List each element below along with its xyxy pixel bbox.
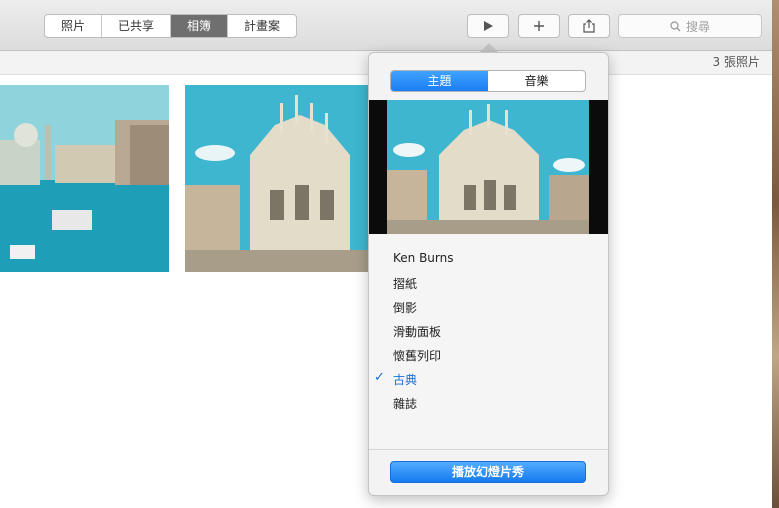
theme-item-magazine[interactable]: 雜誌 — [393, 395, 417, 412]
theme-list: Ken Burns 摺紙 倒影 滑動面板 懷舊列印 ✓ 古典 雜誌 — [369, 234, 608, 449]
theme-item-sliding-panels[interactable]: 滑動面板 — [393, 323, 441, 340]
share-button[interactable] — [568, 14, 610, 38]
photo-count: 3 張照片 — [712, 55, 760, 69]
view-segmented-control: 照片 已共享 相簿 計畫案 — [44, 14, 298, 38]
plus-icon — [534, 21, 544, 31]
popover-segmented-control: 主題 音樂 — [390, 70, 586, 92]
photo-thumbnail-venice[interactable] — [0, 85, 169, 272]
tab-music[interactable]: 音樂 — [488, 71, 585, 91]
desktop-wallpaper-edge — [772, 0, 779, 508]
tab-shared[interactable]: 已共享 — [102, 15, 172, 37]
popover-divider — [369, 449, 608, 450]
theme-item-origami[interactable]: 摺紙 — [393, 275, 417, 292]
theme-item-classic[interactable]: 古典 — [393, 371, 417, 388]
photo-thumbnail-milan[interactable] — [185, 85, 375, 272]
milan-image — [185, 85, 375, 272]
play-slideshow-popover-button[interactable]: 播放幻燈片秀 — [390, 461, 586, 483]
add-button[interactable] — [518, 14, 560, 38]
play-icon — [484, 21, 493, 31]
checkmark-icon: ✓ — [374, 370, 385, 385]
toolbar: 照片 已共享 相簿 計畫案 搜尋 — [0, 0, 772, 51]
share-icon — [583, 19, 595, 33]
theme-item-ken-burns[interactable]: Ken Burns — [393, 251, 454, 265]
search-icon — [670, 20, 681, 31]
tab-albums[interactable]: 相簿 — [171, 15, 229, 37]
theme-preview — [369, 100, 608, 234]
venice-image — [0, 85, 169, 272]
search-field[interactable]: 搜尋 — [618, 14, 762, 38]
search-placeholder: 搜尋 — [685, 19, 710, 34]
slideshow-popover: 主題 音樂 Ken Burns 摺紙 倒影 滑動面板 懷舊列印 ✓ 古典 雜誌 — [368, 52, 609, 496]
tab-themes[interactable]: 主題 — [391, 71, 488, 91]
theme-item-vintage-prints[interactable]: 懷舊列印 — [393, 347, 441, 364]
preview-image — [369, 100, 608, 234]
tab-photos[interactable]: 照片 — [45, 15, 103, 37]
play-slideshow-button[interactable] — [467, 14, 509, 38]
theme-item-reflections[interactable]: 倒影 — [393, 299, 417, 316]
tab-projects[interactable]: 計畫案 — [228, 15, 296, 37]
